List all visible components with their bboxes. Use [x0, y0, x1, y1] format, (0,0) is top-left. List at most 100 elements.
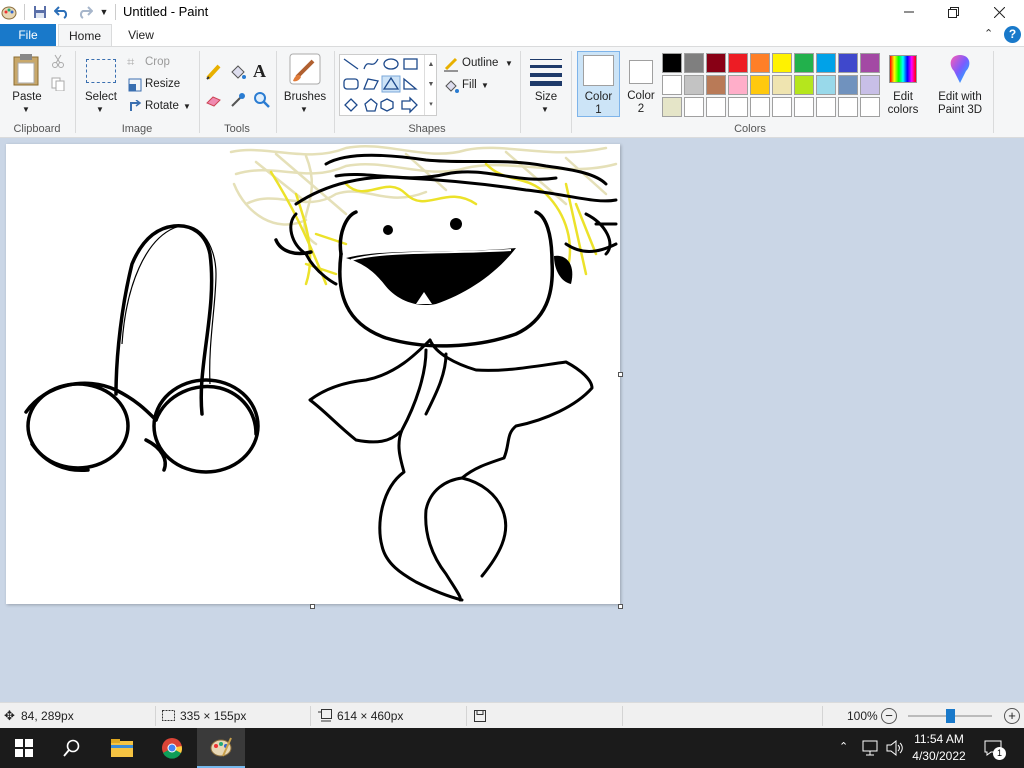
pencil-icon[interactable] [205, 63, 223, 84]
chrome-button[interactable] [148, 728, 196, 768]
image-size: 614 × 460px [337, 709, 404, 723]
palette-swatch[interactable] [860, 53, 880, 73]
crop-button[interactable]: ⌗ Crop [127, 54, 197, 72]
palette-swatch[interactable] [816, 97, 836, 117]
shapes-gallery[interactable]: ▲ ▼ ▾ [339, 54, 437, 116]
color2-button[interactable]: Color 2 [622, 51, 660, 117]
resize-handle-right[interactable] [618, 372, 623, 377]
palette-swatch[interactable] [706, 53, 726, 73]
palette-swatch[interactable] [684, 75, 704, 95]
undo-icon[interactable] [53, 3, 71, 21]
eraser-icon[interactable] [205, 91, 223, 112]
resize-handle-bottom[interactable] [310, 604, 315, 609]
drawing-canvas[interactable] [6, 144, 620, 604]
outline-button[interactable]: Outline ▼ [443, 55, 517, 73]
search-button[interactable] [48, 728, 96, 768]
palette-swatch[interactable] [816, 53, 836, 73]
tab-view[interactable]: View [118, 24, 164, 46]
palette-swatch[interactable] [794, 75, 814, 95]
tab-file[interactable]: File [0, 24, 56, 46]
resize-label: Resize [145, 78, 181, 90]
minimize-button[interactable] [886, 0, 932, 24]
rotate-button[interactable]: Rotate ▼ [127, 98, 197, 116]
color2-number: 2 [637, 103, 645, 115]
palette-swatch[interactable] [772, 53, 792, 73]
size-button[interactable]: Size ▼ [525, 51, 567, 119]
start-button[interactable] [0, 728, 48, 768]
palette-swatch[interactable] [838, 97, 858, 117]
palette-swatch[interactable] [662, 53, 682, 73]
palette-swatch[interactable] [772, 75, 792, 95]
copy-icon[interactable] [51, 77, 65, 94]
palette-swatch[interactable] [860, 97, 880, 117]
resize-handle-corner[interactable] [618, 604, 623, 609]
cut-icon[interactable] [51, 54, 65, 71]
palette-swatch[interactable] [860, 75, 880, 95]
palette-swatch[interactable] [794, 97, 814, 117]
palette-swatch[interactable] [750, 97, 770, 117]
redo-icon[interactable] [76, 3, 94, 21]
palette-swatch[interactable] [750, 75, 770, 95]
canvas-area[interactable] [0, 138, 1024, 702]
palette-swatch[interactable] [662, 75, 682, 95]
palette-swatch[interactable] [838, 75, 858, 95]
tab-home[interactable]: Home [58, 24, 112, 46]
fill-icon[interactable] [229, 63, 247, 84]
zoom-in-button[interactable]: + [1004, 708, 1020, 724]
color-picker-icon[interactable] [229, 91, 247, 112]
edit-with-paint3d-button[interactable]: Edit with Paint 3D [930, 51, 990, 119]
palette-swatch[interactable] [728, 97, 748, 117]
zoom-slider-thumb[interactable] [946, 709, 955, 723]
group-divider [993, 51, 994, 133]
chevron-down-icon: ▼ [183, 102, 191, 111]
palette-swatch[interactable] [684, 97, 704, 117]
zoom-slider[interactable] [908, 709, 992, 723]
text-icon[interactable]: A [253, 61, 266, 82]
close-button[interactable] [976, 0, 1022, 24]
palette-swatch[interactable] [684, 53, 704, 73]
palette-swatch[interactable] [816, 75, 836, 95]
network-icon[interactable] [862, 740, 880, 756]
file-explorer-button[interactable] [98, 728, 146, 768]
clock-date[interactable]: 4/30/2022 [906, 749, 972, 763]
select-button[interactable]: Select ▼ [80, 51, 122, 119]
paint-taskbar-button[interactable] [197, 728, 245, 768]
palette-swatch[interactable] [706, 75, 726, 95]
action-center-button[interactable]: 1 [980, 736, 1008, 760]
resize-button[interactable]: Resize [127, 76, 197, 94]
disk-size-icon [474, 710, 486, 722]
taskbar: ⌃ 11:54 AM 4/30/2022 1 [0, 728, 1024, 768]
paint-app-icon[interactable] [0, 3, 18, 21]
divider [622, 706, 623, 726]
palette-swatch[interactable] [750, 53, 770, 73]
palette-swatch[interactable] [794, 53, 814, 73]
palette-swatch[interactable] [728, 75, 748, 95]
help-icon[interactable]: ? [1004, 26, 1021, 43]
palette-swatch[interactable] [772, 97, 792, 117]
zoom-out-button[interactable]: − [881, 708, 897, 724]
color1-swatch [583, 55, 614, 86]
show-hidden-icons-icon[interactable]: ⌃ [839, 740, 848, 753]
crop-label: Crop [145, 56, 170, 68]
select-rectangle-icon [86, 59, 116, 83]
divider [466, 706, 467, 726]
color1-button[interactable]: Color 1 [577, 51, 620, 117]
volume-icon[interactable] [886, 740, 904, 756]
palette-swatch[interactable] [838, 53, 858, 73]
magnifier-icon[interactable] [253, 91, 271, 112]
brushes-button[interactable]: Brushes ▼ [281, 51, 329, 119]
clock-time[interactable]: 11:54 AM [906, 732, 972, 746]
chevron-down-icon: ▼ [300, 105, 308, 114]
paste-button[interactable]: Paste ▼ [6, 51, 48, 119]
palette-swatch[interactable] [728, 53, 748, 73]
save-icon[interactable] [31, 3, 49, 21]
fill-button[interactable]: Fill ▼ [443, 77, 517, 95]
gallery-scroll[interactable]: ▲ ▼ ▾ [424, 55, 437, 115]
edit-colors-button[interactable]: Edit colors [884, 51, 922, 119]
palette-swatch[interactable] [662, 97, 682, 117]
customize-dropdown-icon[interactable]: ▼ [95, 3, 113, 21]
palette-swatch[interactable] [706, 97, 726, 117]
collapse-ribbon-icon[interactable]: ⌃ [984, 27, 993, 40]
maximize-button[interactable] [930, 0, 976, 24]
title-bar: ▼ Untitled - Paint [0, 0, 1024, 24]
